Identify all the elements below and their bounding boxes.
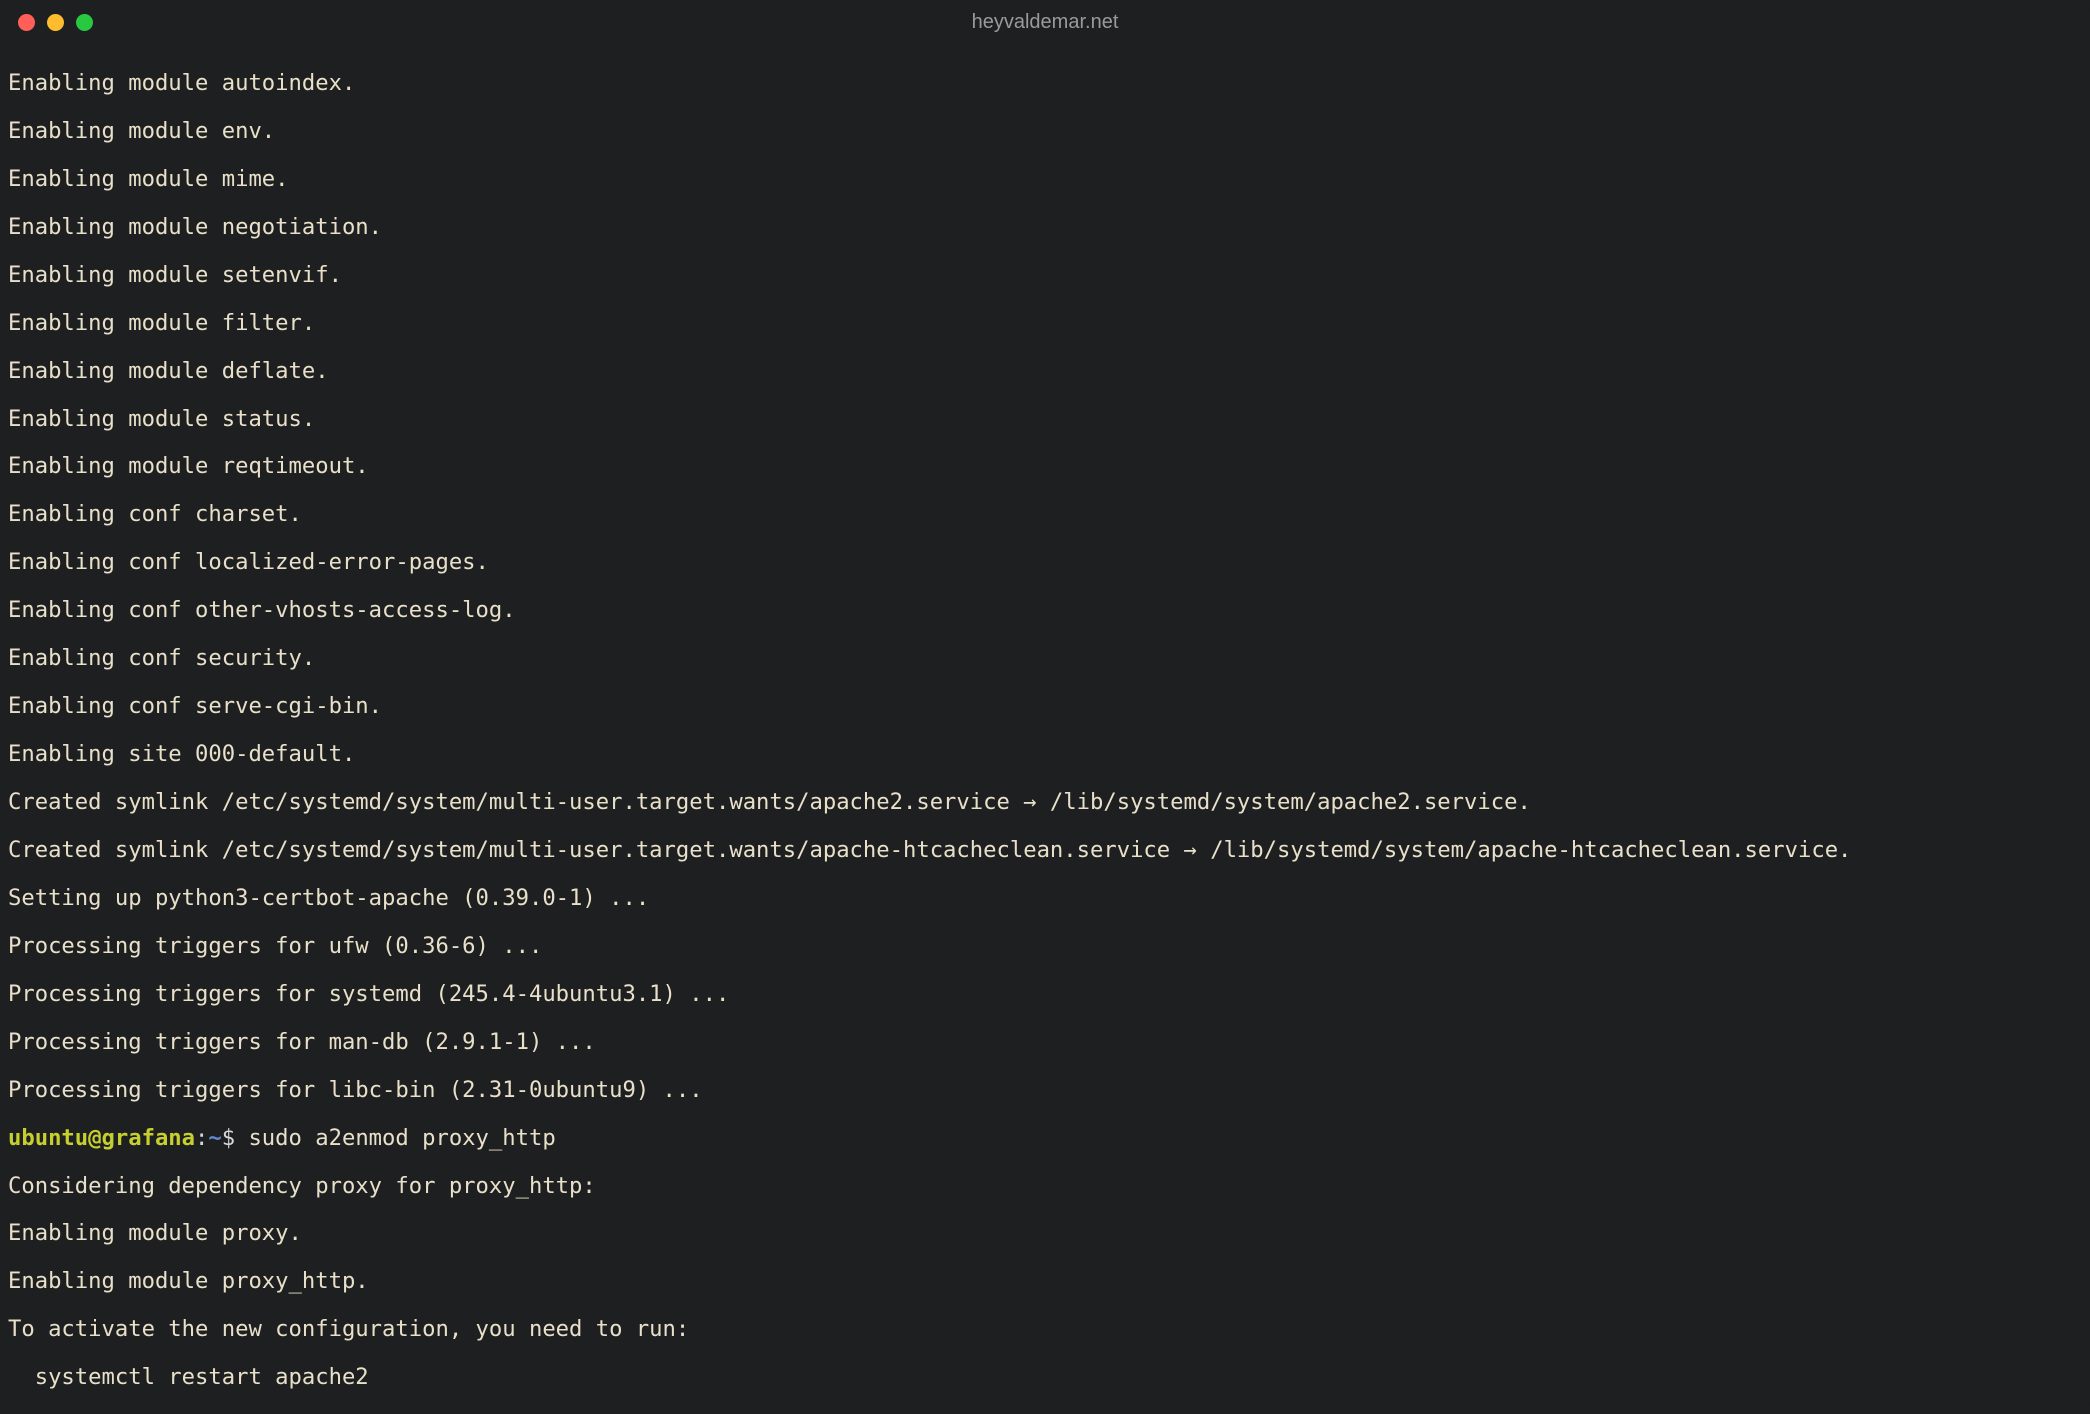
output-line: Enabling module deflate. (8, 360, 2082, 384)
output-line: Processing triggers for man-db (2.9.1-1)… (8, 1031, 2082, 1055)
output-line: Processing triggers for libc-bin (2.31-0… (8, 1079, 2082, 1103)
output-line: Enabling module negotiation. (8, 216, 2082, 240)
output-line: Processing triggers for ufw (0.36-6) ... (8, 935, 2082, 959)
output-line: Enabling module autoindex. (8, 72, 2082, 96)
prompt-separator: : (195, 1125, 208, 1151)
titlebar: heyvaldemar.net (0, 0, 2090, 44)
prompt-symbol: $ (222, 1125, 235, 1151)
output-line: Created symlink /etc/systemd/system/mult… (8, 791, 2082, 815)
output-line: Processing triggers for systemd (245.4-4… (8, 983, 2082, 1007)
output-line: Enabling module proxy_http. (8, 1270, 2082, 1294)
output-line: Enabling module setenvif. (8, 264, 2082, 288)
output-line: Enabling conf serve-cgi-bin. (8, 695, 2082, 719)
output-line: Enabling module mime. (8, 168, 2082, 192)
minimize-icon[interactable] (47, 14, 64, 31)
terminal-window: heyvaldemar.net Enabling module autoinde… (0, 0, 2090, 1414)
output-line: Enabling module reqtimeout. (8, 455, 2082, 479)
output-line: Considering dependency proxy for proxy_h… (8, 1175, 2082, 1199)
output-line: Enabling conf security. (8, 647, 2082, 671)
window-title: heyvaldemar.net (972, 11, 1119, 34)
output-line: Enabling module env. (8, 120, 2082, 144)
close-icon[interactable] (18, 14, 35, 31)
output-line: Created symlink /etc/systemd/system/mult… (8, 839, 2082, 863)
terminal-output[interactable]: Enabling module autoindex. Enabling modu… (0, 44, 2090, 1414)
output-line: Enabling conf localized-error-pages. (8, 551, 2082, 575)
prompt-user-host: ubuntu@grafana (8, 1125, 195, 1151)
output-line: Enabling module status. (8, 408, 2082, 432)
command-text: sudo a2enmod proxy_http (235, 1125, 556, 1151)
prompt-line: ubuntu@grafana:~$ sudo a2enmod proxy_htt… (8, 1127, 2082, 1151)
output-line: To activate the new configuration, you n… (8, 1318, 2082, 1342)
output-line: Setting up python3-certbot-apache (0.39.… (8, 887, 2082, 911)
prompt-path: ~ (208, 1125, 221, 1151)
output-line: Enabling conf charset. (8, 503, 2082, 527)
output-line: Enabling site 000-default. (8, 743, 2082, 767)
fullscreen-icon[interactable] (76, 14, 93, 31)
output-line: systemctl restart apache2 (8, 1366, 2082, 1390)
output-line: Enabling module proxy. (8, 1222, 2082, 1246)
output-line: Enabling module filter. (8, 312, 2082, 336)
traffic-lights (18, 14, 93, 31)
output-line: Enabling conf other-vhosts-access-log. (8, 599, 2082, 623)
